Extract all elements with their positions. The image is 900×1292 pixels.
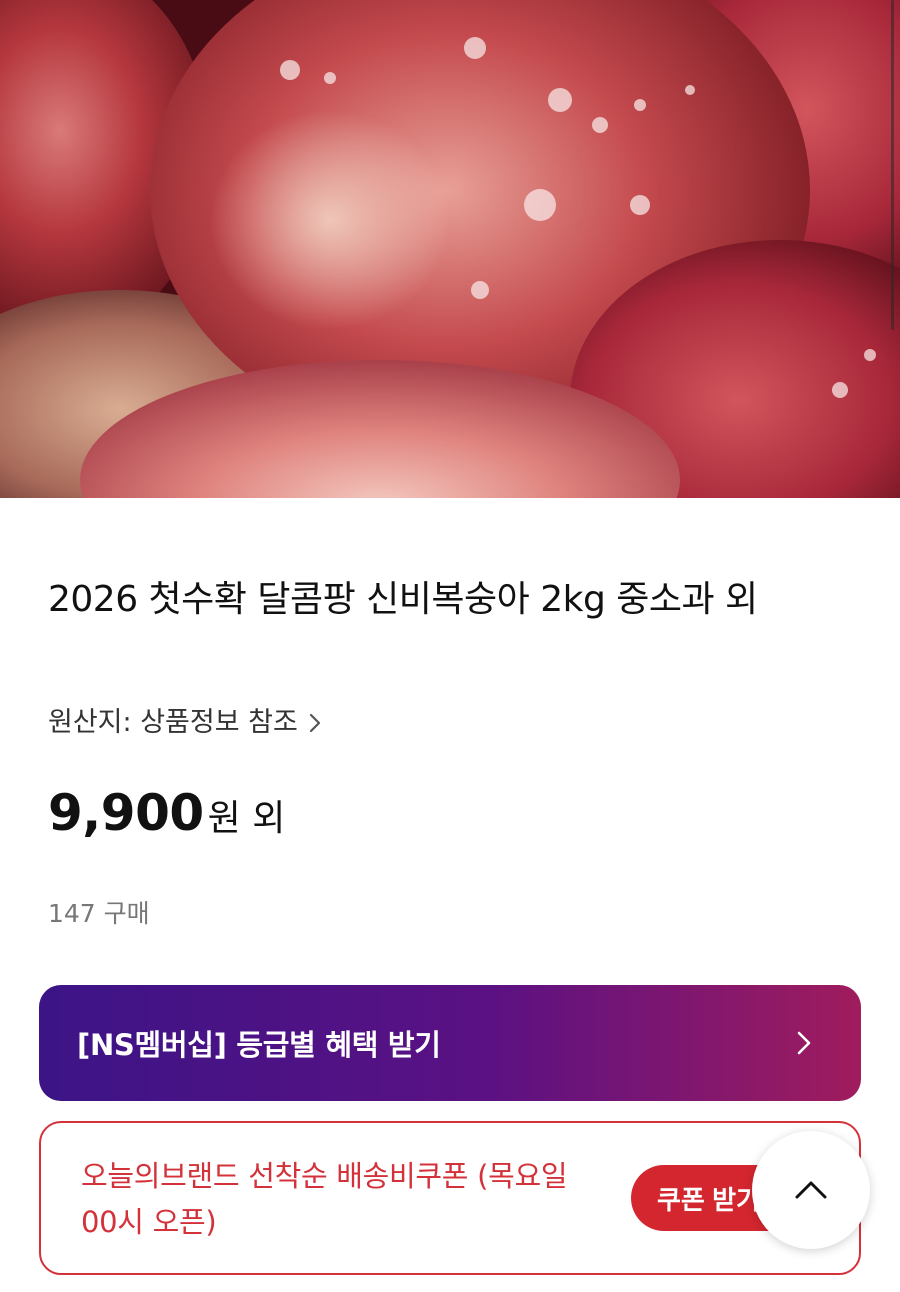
chevron-right-icon [797,1031,811,1055]
scroll-to-top-button[interactable] [752,1131,870,1249]
price-amount: 9,900 [48,784,204,842]
product-title: 2026 첫수확 달콤팡 신비복숭아 2kg 중소과 외 [48,579,758,620]
product-image [0,0,900,498]
price-unit: 원 외 [207,798,286,839]
origin-label: 원산지: 상품정보 참조 [48,707,298,738]
purchase-count: 147 구매 [48,899,150,928]
chevron-up-icon [795,1181,827,1199]
membership-benefit-banner[interactable]: [NS멤버십] 등급별 혜택 받기 [39,985,861,1101]
price: 9,900 원 외 [48,784,285,842]
chevron-right-icon [309,713,320,733]
scrollbar[interactable] [891,0,894,330]
coupon-banner-text: 오늘의브랜드 선착순 배송비쿠폰 (목요일 00시 오픈) [81,1159,568,1239]
coupon-banner: 오늘의브랜드 선착순 배송비쿠폰 (목요일 00시 오픈) 쿠폰 받기 [39,1121,861,1275]
origin-link[interactable]: 원산지: 상품정보 참조 [48,703,326,743]
membership-banner-label: [NS멤버십] 등급별 혜택 받기 [77,1028,441,1062]
